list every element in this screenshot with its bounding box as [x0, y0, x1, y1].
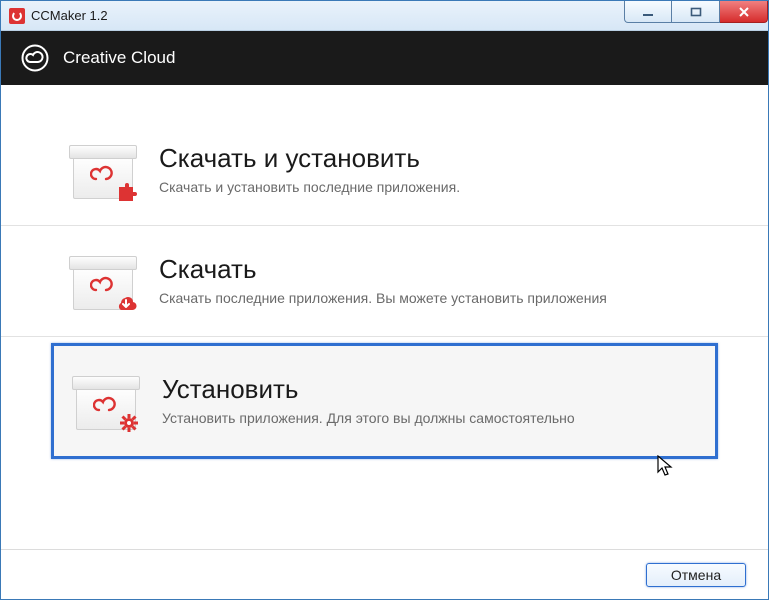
footer: Отмена	[1, 549, 768, 599]
cancel-button[interactable]: Отмена	[646, 563, 746, 587]
option-title: Установить	[162, 374, 575, 405]
options-list: Скачать и установить Скачать и установит…	[1, 85, 768, 459]
box-icon	[73, 141, 133, 199]
close-icon	[738, 7, 750, 17]
window-controls	[624, 1, 768, 23]
cc-infinity-icon	[93, 395, 119, 413]
option-text: Скачать Скачать последние приложения. Вы…	[159, 254, 607, 308]
maximize-icon	[690, 7, 702, 17]
minimize-button[interactable]	[624, 1, 672, 23]
option-download-install[interactable]: Скачать и установить Скачать и установит…	[1, 115, 768, 226]
banner-title: Creative Cloud	[63, 48, 175, 68]
gear-badge-icon	[118, 412, 140, 434]
puzzle-badge-icon	[115, 181, 137, 203]
app-icon	[9, 8, 25, 24]
cc-infinity-icon	[90, 275, 116, 293]
option-desc: Скачать последние приложения. Вы можете …	[159, 289, 607, 308]
cc-infinity-icon	[90, 164, 116, 182]
titlebar[interactable]: CCMaker 1.2	[1, 1, 768, 31]
option-title: Скачать и установить	[159, 143, 460, 174]
option-install[interactable]: Установить Установить приложения. Для эт…	[51, 343, 718, 459]
app-window: CCMaker 1.2 Creative Cloud	[0, 0, 769, 600]
minimize-icon	[642, 7, 654, 17]
option-desc: Скачать и установить последние приложени…	[159, 178, 460, 197]
option-text: Установить Установить приложения. Для эт…	[162, 374, 575, 428]
maximize-button[interactable]	[672, 1, 720, 23]
option-title: Скачать	[159, 254, 607, 285]
banner: Creative Cloud	[1, 31, 768, 85]
creative-cloud-icon	[21, 44, 49, 72]
download-badge-icon	[115, 292, 137, 314]
window-title: CCMaker 1.2	[31, 8, 108, 23]
option-download[interactable]: Скачать Скачать последние приложения. Вы…	[1, 226, 768, 337]
option-desc: Установить приложения. Для этого вы долж…	[162, 409, 575, 428]
close-button[interactable]	[720, 1, 768, 23]
option-text: Скачать и установить Скачать и установит…	[159, 143, 460, 197]
box-icon	[73, 252, 133, 310]
box-icon	[76, 372, 136, 430]
